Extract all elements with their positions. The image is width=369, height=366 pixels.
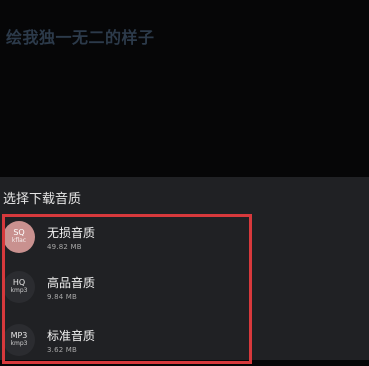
player-background: 绘我独一无二的样子 <box>0 0 369 177</box>
highlight-box <box>2 214 252 364</box>
song-title: 绘我独一无二的样子 <box>6 28 155 47</box>
download-quality-sheet: 选择下载音质 SQ kflac 无损音质 49.82 MB HQ kmp3 高品… <box>0 177 369 364</box>
sheet-title: 选择下载音质 <box>3 192 82 207</box>
